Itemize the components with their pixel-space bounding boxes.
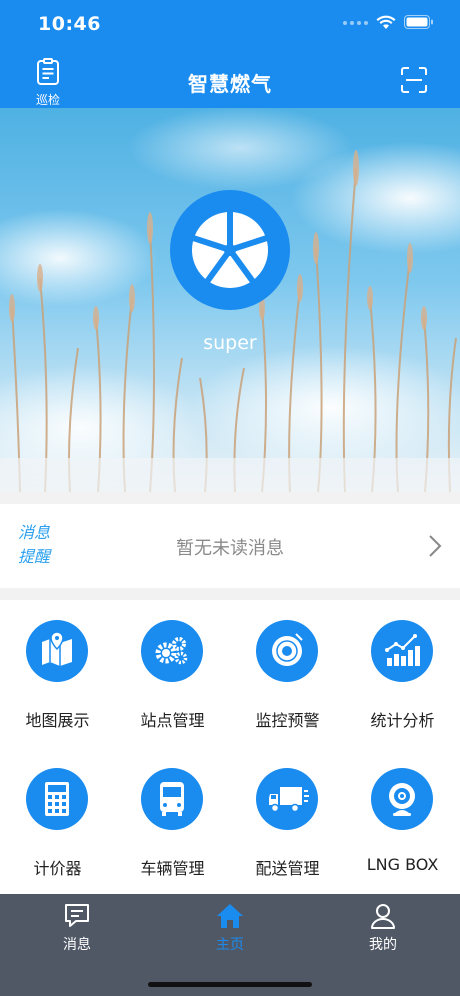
calculator-icon	[45, 782, 69, 816]
module-delivery[interactable]: 配送管理	[230, 748, 345, 888]
message-reminder-bar[interactable]: 消息 提醒 暂无未读消息	[0, 504, 460, 588]
module-calculator[interactable]: 计价器	[0, 748, 115, 888]
home-indicator	[148, 982, 312, 987]
tab-messages[interactable]: 消息	[27, 902, 127, 954]
module-label: 监控预警	[255, 711, 320, 730]
scan-icon[interactable]	[401, 67, 427, 93]
user-icon	[371, 904, 395, 929]
module-grid: 地图展示 站点管理 监控预警 统计分析 计价器 车辆管理 配送管理 LNG BO…	[0, 600, 460, 894]
module-vehicle[interactable]: 车辆管理	[115, 748, 230, 888]
module-lng-box[interactable]: LNG BOX	[345, 748, 460, 888]
tab-label: 消息	[63, 937, 91, 953]
tab-label: 我的	[369, 937, 397, 953]
wheel-icon	[191, 210, 269, 288]
username: super	[203, 332, 257, 354]
chart-icon	[385, 634, 420, 666]
bus-icon	[160, 782, 184, 816]
module-statistics[interactable]: 统计分析	[345, 600, 460, 740]
module-label: 地图展示	[25, 711, 90, 730]
signal-icon	[343, 20, 368, 25]
wifi-icon	[376, 15, 396, 29]
avatar[interactable]	[170, 190, 290, 310]
truck-icon	[269, 787, 309, 813]
module-label: 计价器	[33, 859, 82, 878]
module-label: LNG BOX	[366, 855, 439, 874]
tab-mine[interactable]: 我的	[333, 902, 433, 954]
status-icons	[343, 15, 434, 30]
tab-home[interactable]: 主页	[180, 902, 280, 954]
tab-bar: 消息 主页 我的	[0, 894, 460, 996]
module-label: 站点管理	[140, 711, 205, 730]
message-status-text: 暂无未读消息	[176, 538, 284, 559]
battery-icon	[404, 15, 433, 29]
nav-bar: 巡检 智慧燃气	[0, 50, 460, 108]
module-station[interactable]: 站点管理	[115, 600, 230, 740]
profile-banner: super	[0, 108, 460, 492]
module-map[interactable]: 地图展示	[0, 600, 115, 740]
page-title: 智慧燃气	[188, 72, 272, 96]
alarm-icon	[272, 633, 303, 666]
module-label: 配送管理	[255, 859, 320, 878]
map-icon	[42, 631, 72, 666]
tab-label: 主页	[216, 937, 244, 953]
message-icon	[65, 904, 89, 927]
module-monitor[interactable]: 监控预警	[230, 600, 345, 740]
status-time: 10:46	[38, 13, 101, 35]
module-label: 车辆管理	[140, 859, 205, 878]
module-label: 统计分析	[370, 711, 435, 730]
gears-icon	[155, 637, 188, 665]
home-icon	[217, 904, 243, 928]
chevron-right-icon	[429, 535, 442, 557]
webcam-icon	[389, 783, 415, 816]
status-bar: 10:46	[0, 0, 460, 50]
